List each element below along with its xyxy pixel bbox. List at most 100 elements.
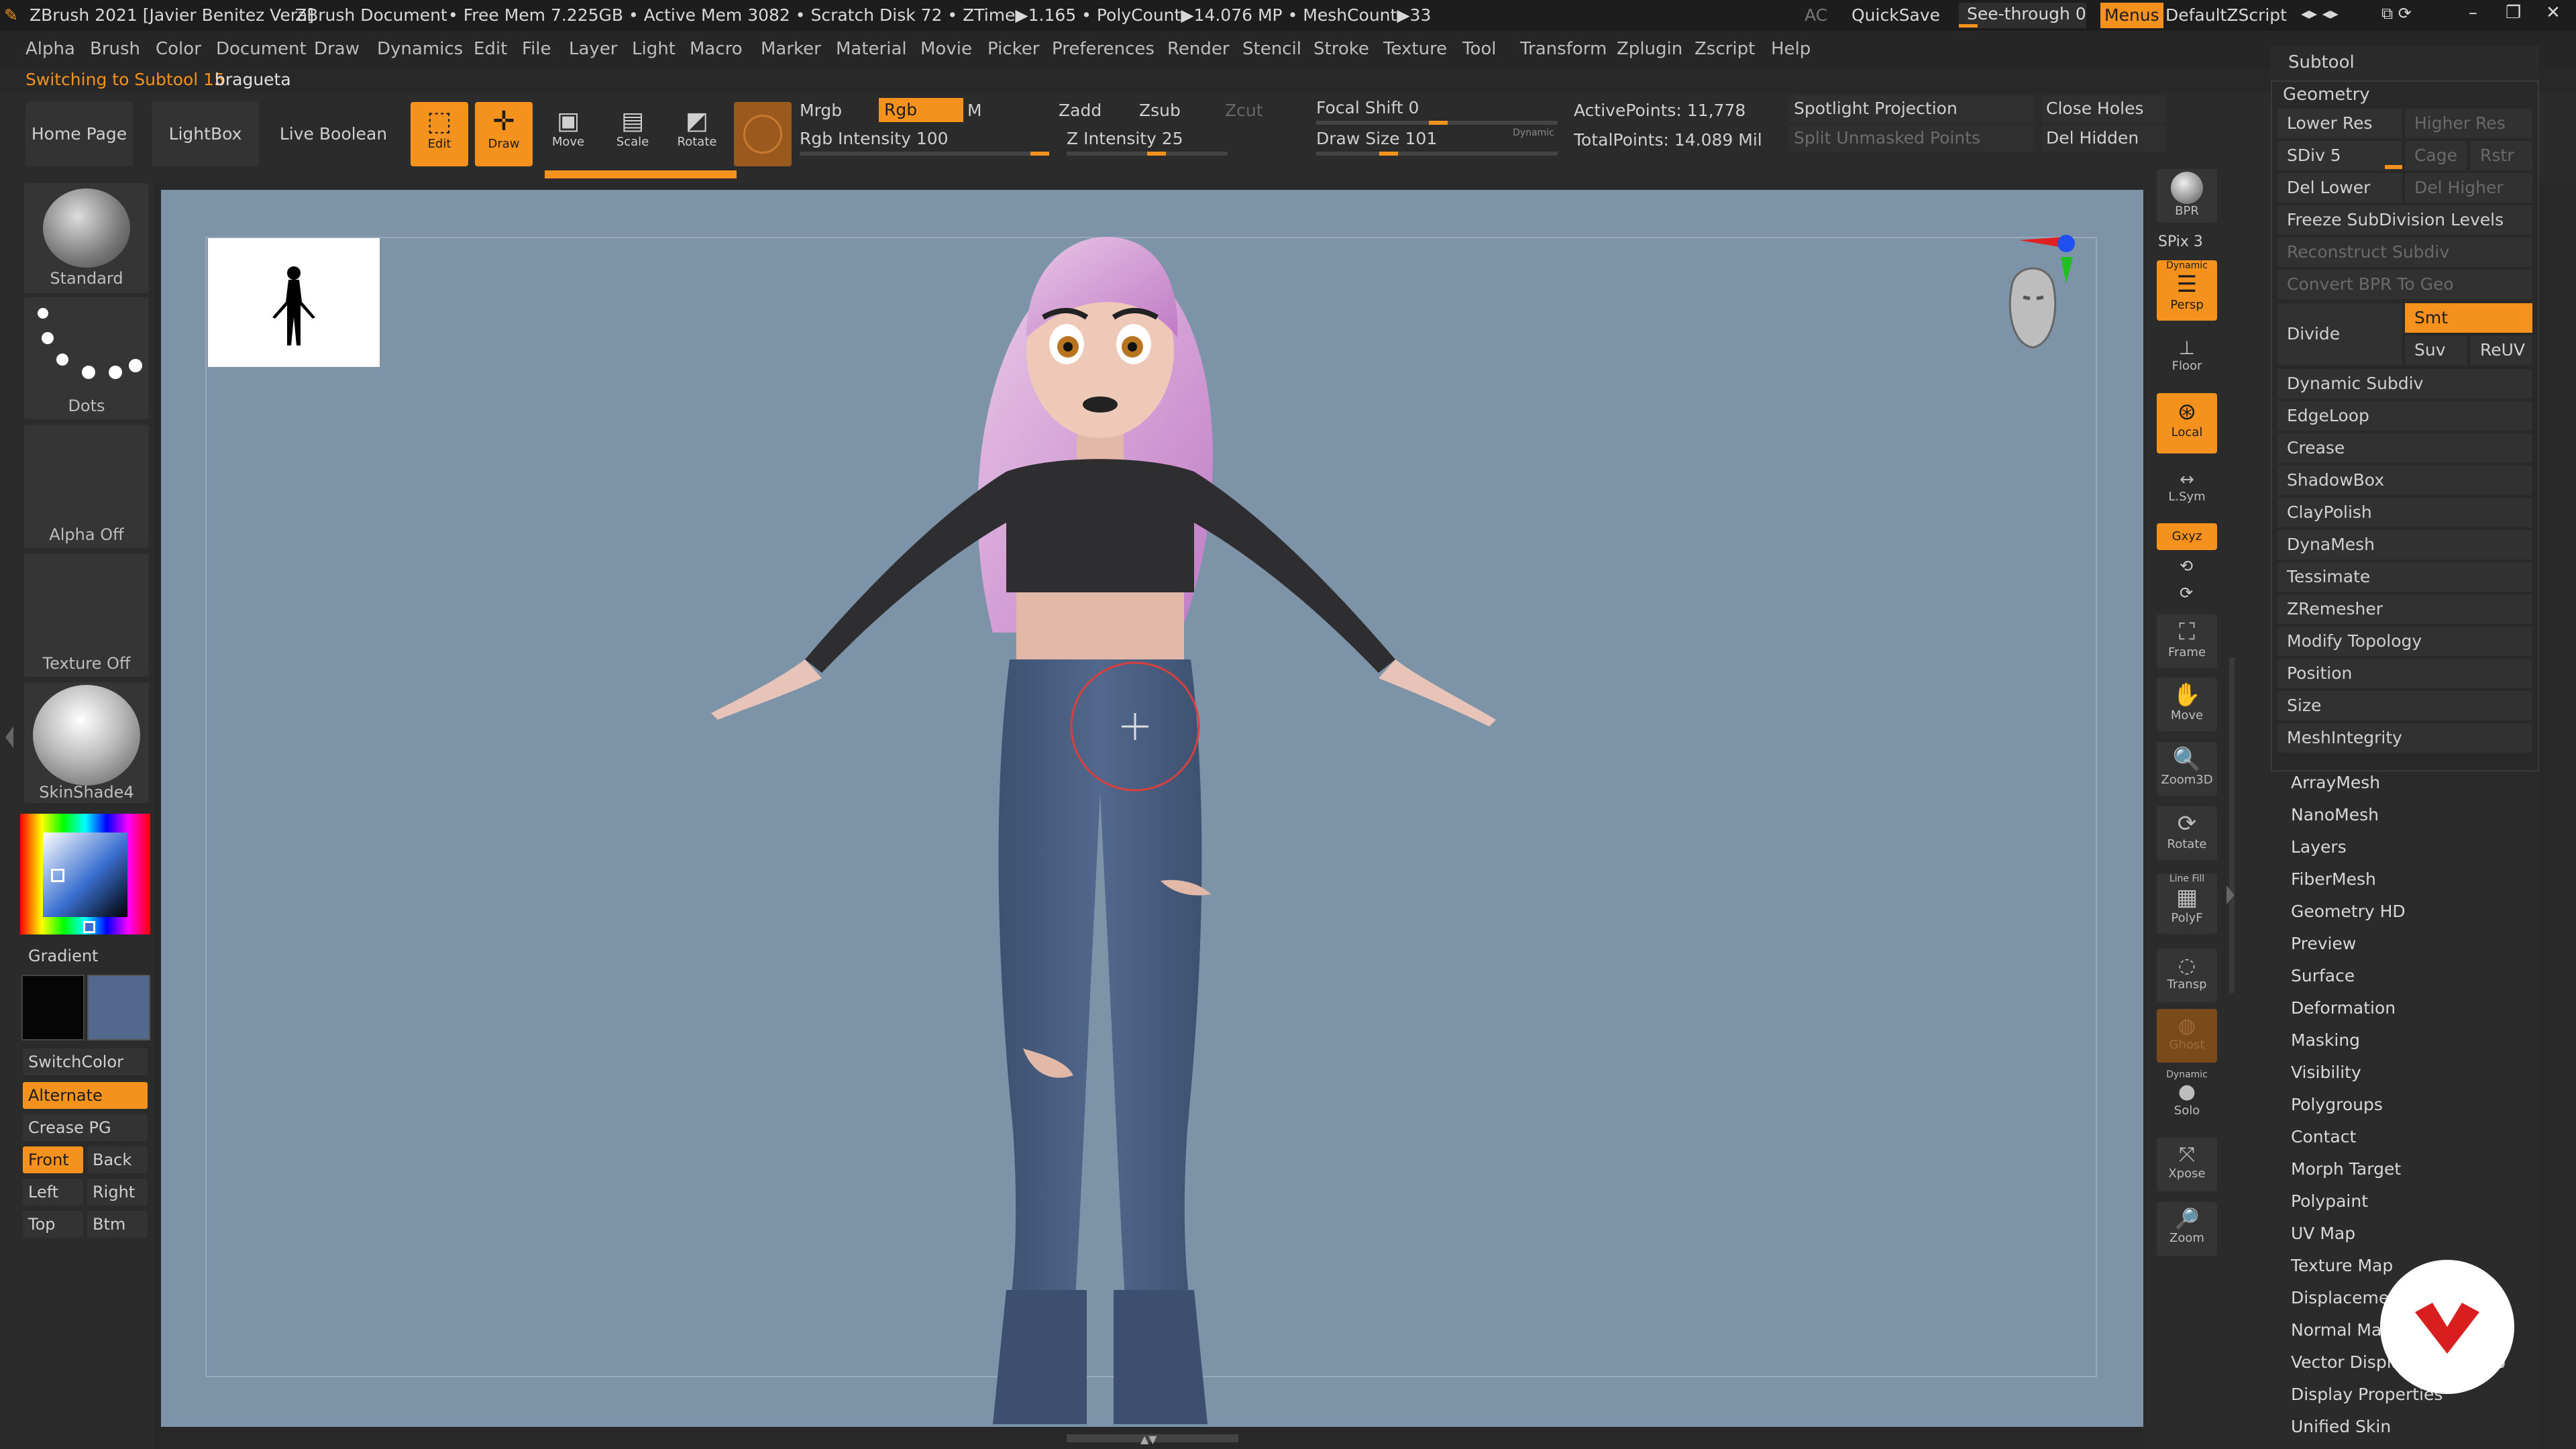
- menu-item[interactable]: Macro: [690, 39, 743, 59]
- menu-item[interactable]: File: [522, 39, 551, 59]
- contact-subpalette[interactable]: Contact: [2291, 1127, 2356, 1146]
- menu-item[interactable]: Marker: [761, 39, 821, 59]
- edgeloop-subpalette[interactable]: EdgeLoop: [2277, 401, 2532, 431]
- lightbox-button[interactable]: LightBox: [152, 102, 259, 166]
- reconstruct-subdiv-button[interactable]: Reconstruct Subdiv: [2277, 237, 2532, 267]
- menu-item[interactable]: Dynamics: [377, 39, 463, 59]
- menu-item[interactable]: Stroke: [1313, 39, 1369, 59]
- alternate-button[interactable]: Alternate: [23, 1082, 148, 1109]
- menu-item[interactable]: Zplugin: [1617, 39, 1682, 59]
- menu-item[interactable]: Alpha: [25, 39, 75, 59]
- draw-size-slider[interactable]: [1316, 152, 1558, 156]
- modify-topology-subpalette[interactable]: Modify Topology: [2277, 627, 2532, 656]
- menu-item[interactable]: Light: [632, 39, 676, 59]
- smt-toggle[interactable]: Smt: [2405, 303, 2532, 333]
- secondary-color-swatch[interactable]: [87, 975, 150, 1040]
- del-lower-button[interactable]: Del Lower: [2277, 173, 2402, 203]
- menu-item[interactable]: Brush: [90, 39, 140, 59]
- uv-map-subpalette[interactable]: UV Map: [2291, 1224, 2355, 1243]
- suv-toggle[interactable]: Suv: [2405, 335, 2467, 365]
- xpose-button[interactable]: ⤧ Xpose: [2157, 1138, 2217, 1191]
- rotate-view-button[interactable]: ⟳ Rotate: [2157, 806, 2217, 860]
- lower-res-button[interactable]: Lower Res: [2277, 109, 2402, 138]
- dynamic-subdiv-subpalette[interactable]: Dynamic Subdiv: [2277, 369, 2532, 398]
- nanomesh-subpalette[interactable]: NanoMesh: [2291, 805, 2379, 824]
- spix-label[interactable]: SPix 3: [2158, 233, 2203, 250]
- zoom-button[interactable]: 🔎 Zoom: [2157, 1202, 2217, 1256]
- unified-skin-subpalette[interactable]: Unified Skin: [2291, 1417, 2391, 1436]
- move-button[interactable]: ▣ Move: [539, 102, 597, 166]
- rgb-intensity-label[interactable]: Rgb Intensity 100: [800, 129, 949, 148]
- brush-selector[interactable]: Standard: [24, 183, 149, 293]
- rotate-button[interactable]: ◩ Rotate: [668, 102, 726, 166]
- home-page-button[interactable]: Home Page: [25, 102, 133, 166]
- visibility-subpalette[interactable]: Visibility: [2291, 1063, 2361, 1082]
- left-view-button[interactable]: Left: [23, 1179, 83, 1205]
- layout-arrows-icon[interactable]: ◂▸ ◂▸: [2301, 4, 2339, 23]
- morph-target-subpalette[interactable]: Morph Target: [2291, 1159, 2401, 1179]
- menu-item[interactable]: Zscript: [1695, 39, 1755, 59]
- surface-subpalette[interactable]: Surface: [2291, 966, 2355, 985]
- close-icon[interactable]: ✕: [2546, 3, 2561, 23]
- menu-item[interactable]: Render: [1167, 39, 1230, 59]
- draw-size-label[interactable]: Draw Size 101: [1316, 129, 1437, 148]
- right-tray-toggle-icon[interactable]: [2226, 885, 2235, 904]
- rgb-button[interactable]: Rgb: [879, 98, 963, 122]
- menu-item[interactable]: Picker: [987, 39, 1039, 59]
- orientation-gizmo-icon[interactable]: [1966, 230, 2086, 351]
- stroke-selector[interactable]: Dots: [24, 297, 149, 419]
- character-model[interactable]: [161, 190, 2143, 1427]
- convert-bpr-button[interactable]: Convert BPR To Geo: [2277, 270, 2532, 299]
- restore-icon[interactable]: ❐: [2506, 3, 2521, 23]
- ac-label[interactable]: AC: [1805, 5, 1827, 25]
- polypaint-subpalette[interactable]: Polypaint: [2291, 1191, 2368, 1211]
- texture-map-subpalette[interactable]: Texture Map: [2291, 1256, 2393, 1275]
- menu-item[interactable]: Help: [1771, 39, 1811, 59]
- menu-item[interactable]: Color: [156, 39, 201, 59]
- position-subpalette[interactable]: Position: [2277, 659, 2532, 688]
- spotlight-projection-button[interactable]: Spotlight Projection: [1788, 95, 2035, 122]
- local-button[interactable]: ⊛ Local: [2157, 393, 2217, 453]
- subtool-subpalette[interactable]: Subtool: [2288, 52, 2355, 72]
- cage-button[interactable]: Cage: [2405, 141, 2467, 170]
- transp-button[interactable]: ◌ Transp: [2157, 949, 2217, 1002]
- rotate-y-icon[interactable]: ⟲: [2180, 557, 2193, 576]
- menu-item[interactable]: Layer: [569, 39, 618, 59]
- menu-item[interactable]: Edit: [474, 39, 507, 59]
- menu-item[interactable]: Tool: [1462, 39, 1497, 59]
- close-holes-button[interactable]: Close Holes: [2042, 95, 2167, 122]
- menu-item[interactable]: Draw: [314, 39, 360, 59]
- menu-item[interactable]: Movie: [920, 39, 972, 59]
- canvas-viewport[interactable]: [161, 190, 2143, 1427]
- menu-item[interactable]: Stencil: [1242, 39, 1301, 59]
- split-unmasked-button[interactable]: Split Unmasked Points: [1788, 125, 2035, 152]
- material-selector[interactable]: SkinShade4: [24, 682, 149, 803]
- main-color-swatch[interactable]: [21, 975, 85, 1040]
- zremesher-subpalette[interactable]: ZRemesher: [2277, 594, 2532, 624]
- deformation-subpalette[interactable]: Deformation: [2291, 998, 2396, 1018]
- reuv-button[interactable]: ReUV: [2471, 335, 2532, 365]
- menu-item[interactable]: Preferences: [1052, 39, 1155, 59]
- alpha-selector[interactable]: Alpha Off: [24, 425, 149, 548]
- quicksave-button[interactable]: QuickSave: [1851, 5, 1940, 25]
- divide-button[interactable]: Divide: [2277, 303, 2402, 365]
- del-higher-button[interactable]: Del Higher: [2405, 173, 2532, 203]
- persp-button[interactable]: Dynamic ☰ Persp: [2157, 260, 2217, 321]
- zsub-button[interactable]: Zsub: [1139, 101, 1181, 120]
- xyz-button[interactable]: Gxyz: [2157, 523, 2217, 550]
- back-view-button[interactable]: Back: [87, 1146, 148, 1173]
- crease-pg-button[interactable]: Crease PG: [23, 1114, 148, 1141]
- ghost-button[interactable]: ◍ Ghost: [2157, 1009, 2217, 1063]
- crease-subpalette[interactable]: Crease: [2277, 433, 2532, 463]
- higher-res-button[interactable]: Higher Res: [2405, 109, 2532, 138]
- bpr-button[interactable]: BPR: [2157, 169, 2217, 223]
- menu-item[interactable]: Material: [836, 39, 907, 59]
- geometry-subpalette[interactable]: Geometry: [2283, 85, 2370, 105]
- normal-map-subpalette[interactable]: Normal Map: [2291, 1320, 2392, 1340]
- texture-selector[interactable]: Texture Off: [24, 553, 149, 677]
- zadd-button[interactable]: Zadd: [1059, 101, 1102, 120]
- menu-item[interactable]: Texture: [1383, 39, 1447, 59]
- focal-shift-label[interactable]: Focal Shift 0: [1316, 98, 1419, 117]
- zoom3d-button[interactable]: 🔍 Zoom3D: [2157, 742, 2217, 796]
- top-view-button[interactable]: Top: [23, 1211, 83, 1238]
